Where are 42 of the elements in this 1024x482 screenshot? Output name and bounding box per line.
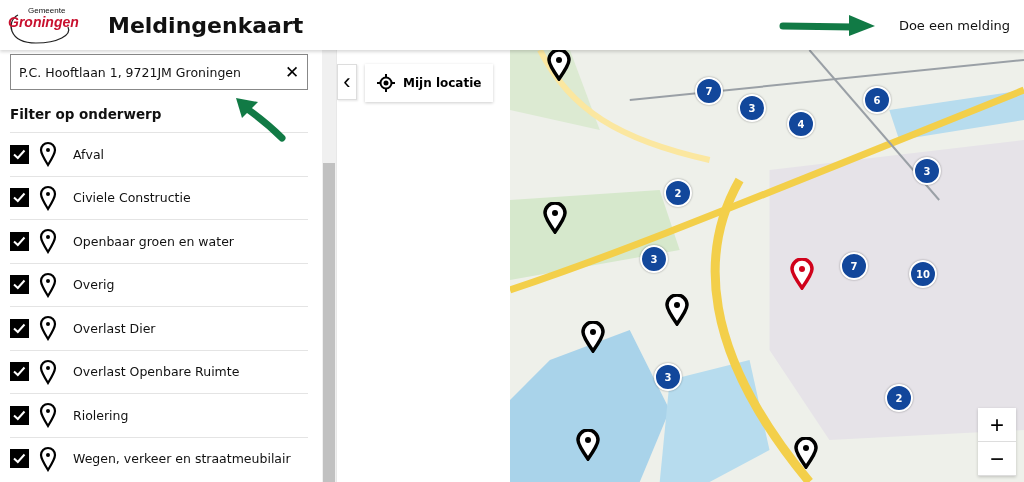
checkbox[interactable] (10, 231, 29, 251)
pin-icon (39, 445, 57, 472)
pin-icon (39, 402, 57, 429)
filter-label[interactable]: Wegen, verkeer en straatmeubilair (73, 451, 291, 467)
checkbox[interactable] (10, 144, 29, 164)
checkbox[interactable] (10, 405, 29, 425)
checkbox[interactable] (10, 275, 29, 295)
map-pin-icon[interactable] (581, 321, 605, 353)
zoom-out-button[interactable]: − (978, 442, 1016, 476)
map-pin-icon[interactable] (665, 294, 689, 326)
pin-icon (39, 228, 57, 255)
clear-button[interactable]: ✕ (283, 61, 301, 83)
address-field[interactable]: P.C. Hooftlaan 1, 9721JM Groningen ✕ (10, 54, 308, 90)
filter-label[interactable]: Overlast Dier (73, 320, 156, 336)
checkbox[interactable] (10, 362, 29, 382)
checkbox[interactable] (10, 188, 29, 208)
crosshair-icon (377, 74, 395, 92)
collapse-button[interactable]: ‹ (337, 64, 357, 100)
my-location-button[interactable]: Mijn locatie (365, 64, 494, 102)
map-pin-icon[interactable] (543, 202, 567, 234)
logo-text: Gemeente (28, 6, 66, 15)
checkbox[interactable] (10, 449, 29, 469)
pin-icon (39, 184, 57, 211)
map-pin-icon[interactable] (794, 437, 818, 469)
pin-icon (39, 141, 57, 168)
map-pin-icon[interactable] (576, 429, 600, 461)
pin-icon (39, 358, 57, 385)
report-link[interactable]: Doe een melding (898, 17, 1010, 33)
filter-label[interactable]: Overig (73, 277, 115, 293)
map-pin-icon[interactable] (547, 50, 571, 81)
scrollbar-thumb[interactable] (323, 163, 335, 482)
filter-label[interactable]: Openbaar groen en water (73, 233, 234, 249)
pin-icon (39, 271, 57, 298)
filter-label[interactable]: Riolering (73, 407, 129, 423)
filter-label[interactable]: Civiele Constructie (73, 190, 191, 206)
filter-label[interactable]: Overlast Openbare Ruimte (73, 364, 240, 380)
filter-title: Filter op onderwerp (10, 106, 163, 122)
zoom-in-button[interactable]: + (978, 408, 1016, 442)
page-title: Meldingenkaart (108, 12, 304, 38)
checkbox[interactable] (10, 318, 29, 338)
filter-label[interactable]: Afval (73, 146, 105, 162)
pin-icon (39, 315, 57, 342)
